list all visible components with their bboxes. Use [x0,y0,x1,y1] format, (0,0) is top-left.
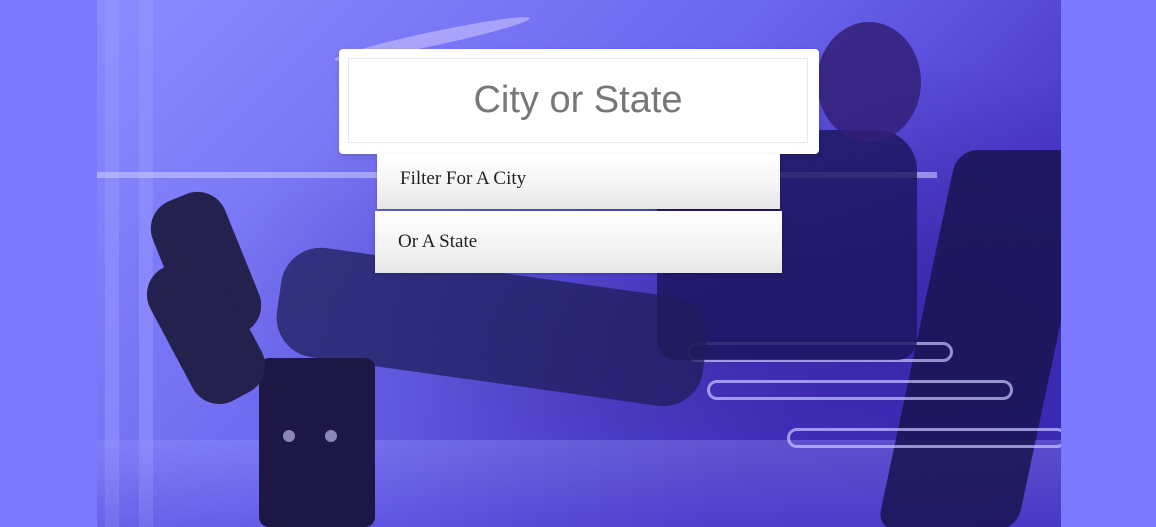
suggestion-item[interactable]: Filter For A City [377,154,780,209]
search-panel [339,49,819,154]
suggestion-label: Or A State [398,231,478,252]
suitcase [259,358,375,527]
armrest [787,428,1061,448]
suitcase-wheel [325,430,337,442]
search-input[interactable] [348,58,808,143]
shoe [136,245,276,415]
suggestion-label: Filter For A City [400,168,527,189]
armrest [707,380,1013,400]
suitcase-wheel [283,430,295,442]
suggestion-item[interactable]: Or A State [375,211,782,273]
traveler-head [817,22,921,142]
